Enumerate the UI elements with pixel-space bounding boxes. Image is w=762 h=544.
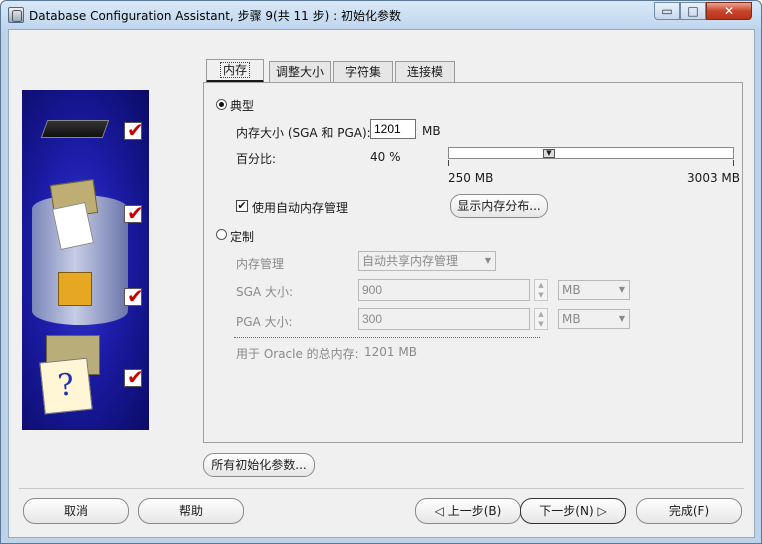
step-check-icon: ✔ bbox=[124, 203, 144, 223]
divider bbox=[234, 337, 540, 338]
next-arrow-icon: ▷ bbox=[597, 504, 607, 518]
title-bar[interactable]: Database Configuration Assistant, 步骤 9(共… bbox=[1, 1, 761, 29]
show-memory-distribution-button[interactable]: 显示内存分布... bbox=[450, 194, 548, 218]
cancel-button[interactable]: 取消 bbox=[23, 498, 129, 524]
total-memory-value: 1201 MB bbox=[364, 345, 417, 359]
slider-min-label: 250 MB bbox=[448, 171, 494, 185]
chevron-down-icon: ▼ bbox=[484, 256, 491, 265]
pga-size-input[interactable] bbox=[358, 308, 530, 330]
memory-unit-label: MB bbox=[422, 124, 441, 138]
database-app-icon[interactable] bbox=[8, 7, 24, 23]
slider-ticks bbox=[448, 160, 734, 166]
chevron-down-icon: ▼ bbox=[618, 314, 625, 323]
sga-unit-dropdown[interactable]: MB ▼ bbox=[558, 280, 630, 300]
client-area: ? ✔ ✔ ✔ ✔ 内存 调整大小 字符集 连接模式 典型 内存大小 (SGA … bbox=[8, 29, 755, 538]
minimize-button[interactable]: ▭ bbox=[654, 2, 680, 20]
slider-max-label: 3003 MB bbox=[687, 171, 740, 185]
memory-size-label: 内存大小 (SGA 和 PGA): bbox=[236, 126, 371, 140]
tab-character-sets[interactable]: 字符集 bbox=[333, 61, 393, 83]
all-init-parameters-button[interactable]: 所有初始化参数... bbox=[203, 453, 315, 477]
auto-memory-checkbox[interactable]: ✔ bbox=[236, 200, 248, 212]
wizard-illustration: ? ✔ ✔ ✔ ✔ bbox=[22, 90, 149, 430]
close-button[interactable]: ✕ bbox=[706, 2, 752, 20]
memory-size-input[interactable] bbox=[370, 119, 416, 139]
pga-spinner[interactable]: ▲ ▼ bbox=[534, 308, 548, 330]
sga-size-input[interactable] bbox=[358, 279, 530, 301]
shapes-graphic bbox=[58, 272, 92, 306]
memory-management-dropdown[interactable]: 自动共享内存管理 ▼ bbox=[358, 251, 496, 271]
tab-label: 内存 bbox=[219, 62, 250, 78]
total-memory-label: 用于 Oracle 的总内存: bbox=[236, 347, 359, 361]
tab-connection-mode[interactable]: 连接模式 bbox=[395, 61, 455, 99]
back-arrow-icon: ◁ bbox=[434, 504, 444, 518]
maximize-button[interactable]: □ bbox=[680, 2, 706, 20]
percentage-label: 百分比: bbox=[236, 152, 277, 166]
slider-thumb[interactable]: ▼ bbox=[543, 149, 555, 158]
memory-management-value: 自动共享内存管理 bbox=[362, 254, 459, 268]
pga-unit-dropdown[interactable]: MB ▼ bbox=[558, 309, 630, 329]
pga-unit-value: MB bbox=[562, 312, 581, 326]
custom-radio[interactable] bbox=[216, 229, 227, 240]
back-button[interactable]: ◁ 上一步(B) bbox=[415, 498, 521, 524]
auto-memory-label: 使用自动内存管理 bbox=[252, 201, 349, 215]
step-check-icon: ✔ bbox=[124, 367, 144, 387]
sga-unit-value: MB bbox=[562, 283, 581, 297]
back-button-label: 上一步(B) bbox=[447, 504, 502, 518]
percentage-value: 40 % bbox=[370, 150, 401, 164]
chevron-down-icon: ▼ bbox=[618, 285, 625, 294]
tab-sizing[interactable]: 调整大小 bbox=[269, 61, 331, 83]
memory-chip-graphic bbox=[40, 120, 110, 138]
typical-label: 典型 bbox=[230, 99, 255, 113]
pga-size-label: PGA 大小: bbox=[236, 315, 293, 329]
memory-slider[interactable]: ▼ bbox=[448, 147, 734, 159]
sga-spinner[interactable]: ▲ ▼ bbox=[534, 279, 548, 301]
help-button[interactable]: 帮助 bbox=[138, 498, 244, 524]
next-button-label: 下一步(N) bbox=[539, 504, 594, 518]
finish-button[interactable]: 完成(F) bbox=[636, 498, 742, 524]
dca-window: Database Configuration Assistant, 步骤 9(共… bbox=[0, 0, 762, 544]
step-check-icon: ✔ bbox=[124, 286, 144, 306]
step-check-icon: ✔ bbox=[124, 120, 144, 140]
question-document-graphic: ? bbox=[39, 357, 93, 415]
footer-divider bbox=[19, 488, 744, 489]
window-title: Database Configuration Assistant, 步骤 9(共… bbox=[29, 9, 401, 23]
sga-size-label: SGA 大小: bbox=[236, 285, 293, 299]
tab-memory[interactable]: 内存 bbox=[206, 59, 264, 83]
next-button[interactable]: 下一步(N) ▷ bbox=[520, 498, 626, 524]
custom-label: 定制 bbox=[230, 230, 255, 244]
typical-radio[interactable] bbox=[216, 99, 227, 110]
memory-management-label: 内存管理 bbox=[236, 257, 285, 271]
memory-panel: 典型 内存大小 (SGA 和 PGA): MB ▼ 百分比: 40 % 250 … bbox=[203, 82, 743, 443]
